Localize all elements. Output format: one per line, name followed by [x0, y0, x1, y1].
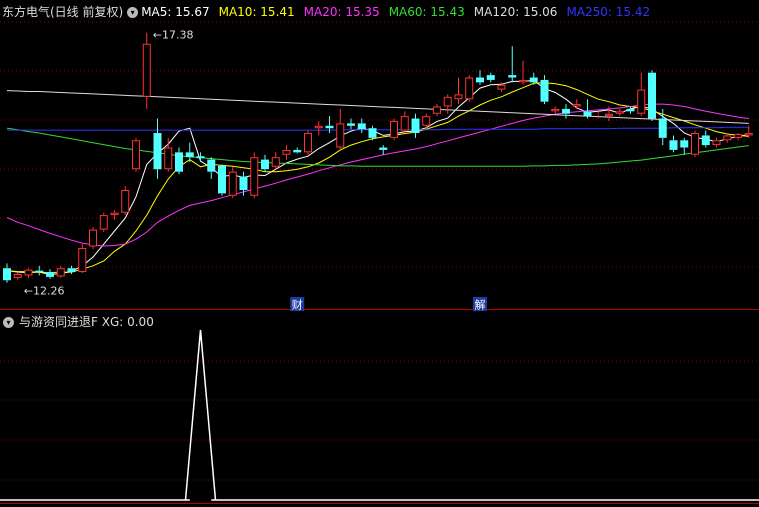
candle-body-up	[78, 247, 87, 273]
ma-line-ma20	[6, 103, 749, 247]
candle-body-up	[497, 84, 506, 90]
candle-body-down	[626, 108, 635, 112]
candle-body-down	[680, 140, 689, 148]
candle-body-up	[615, 111, 624, 114]
candle-body-up	[744, 133, 753, 136]
candle-body-down	[476, 77, 484, 83]
candle-body-down	[207, 159, 216, 172]
candle-body-up	[551, 108, 560, 112]
candle-body-up	[723, 135, 732, 141]
low-price-label: ←12.26	[24, 284, 65, 297]
candle-body-up	[572, 104, 581, 107]
candle-body-up	[271, 157, 280, 167]
candle-body-down	[529, 77, 538, 83]
candle-body-up	[56, 268, 65, 277]
candle-body-up	[314, 125, 323, 129]
candle-body-down	[540, 79, 549, 102]
event-marker-label: 财	[292, 298, 303, 312]
high-price-label: ←17.38	[153, 29, 194, 42]
candle-body-up	[110, 212, 119, 216]
candle-body-up	[13, 274, 22, 278]
candle-body-down	[325, 125, 334, 129]
candle-body-up	[304, 133, 312, 153]
candle-body-down	[153, 133, 162, 170]
ma-line-ma60	[6, 127, 749, 167]
event-marker-label: 解	[475, 298, 486, 312]
ma-line-ma250	[7, 126, 749, 131]
candle-body-up	[228, 171, 237, 196]
candle-body-up	[691, 133, 699, 155]
candle-body-down	[218, 165, 226, 194]
candle-body-down	[701, 135, 710, 146]
candle-body-down	[508, 75, 517, 78]
candle-body-up	[712, 140, 721, 146]
candle-body-down	[185, 152, 194, 158]
xg-indicator-line	[0, 329, 759, 501]
candle-body-up	[282, 149, 291, 155]
candle-body-up	[433, 106, 441, 114]
candle-body-up	[465, 77, 474, 100]
candle-body-down	[46, 272, 54, 277]
candle-body-up	[132, 140, 140, 170]
candle-body-up	[637, 89, 646, 114]
candle-body-up	[390, 120, 398, 138]
candle-body-down	[357, 123, 366, 130]
candle-body-down	[3, 268, 11, 281]
candle-body-up	[142, 43, 151, 97]
candle-body-down	[368, 128, 377, 138]
candle-body-down	[669, 140, 678, 150]
candle-body-up	[24, 269, 33, 276]
candle-body-up	[250, 157, 259, 196]
candle-body-down	[379, 147, 388, 150]
candle-body-up	[605, 113, 613, 117]
candle-body-up	[422, 116, 431, 126]
candle-body-up	[400, 116, 409, 131]
candle-body-down	[486, 75, 495, 80]
candle-body-down	[648, 72, 656, 119]
candle-body-up	[734, 134, 742, 138]
candle-body-up	[99, 215, 108, 230]
candle-body-up	[164, 147, 173, 170]
candle-body-down	[175, 152, 183, 172]
candle-body-down	[196, 156, 205, 159]
candle-body-down	[658, 118, 667, 138]
candle-body-down	[261, 159, 269, 170]
candle-body-up	[121, 190, 130, 213]
candle-body-down	[239, 176, 248, 190]
candle-body-down	[347, 123, 355, 126]
candle-body-down	[411, 118, 420, 134]
candle-body-down	[293, 149, 302, 153]
candle-body-up	[89, 229, 97, 247]
candle-body-down	[67, 268, 76, 273]
kline-chart[interactable]: ←17.38 ←12.26 财 解	[0, 0, 759, 507]
candle-body-down	[35, 270, 44, 273]
candle-body-up	[519, 79, 527, 83]
candle-body-up	[443, 96, 452, 107]
candle-body-down	[583, 111, 592, 117]
candle-body-up	[454, 94, 463, 100]
candle-body-up	[336, 123, 345, 148]
candle-body-down	[562, 108, 570, 114]
